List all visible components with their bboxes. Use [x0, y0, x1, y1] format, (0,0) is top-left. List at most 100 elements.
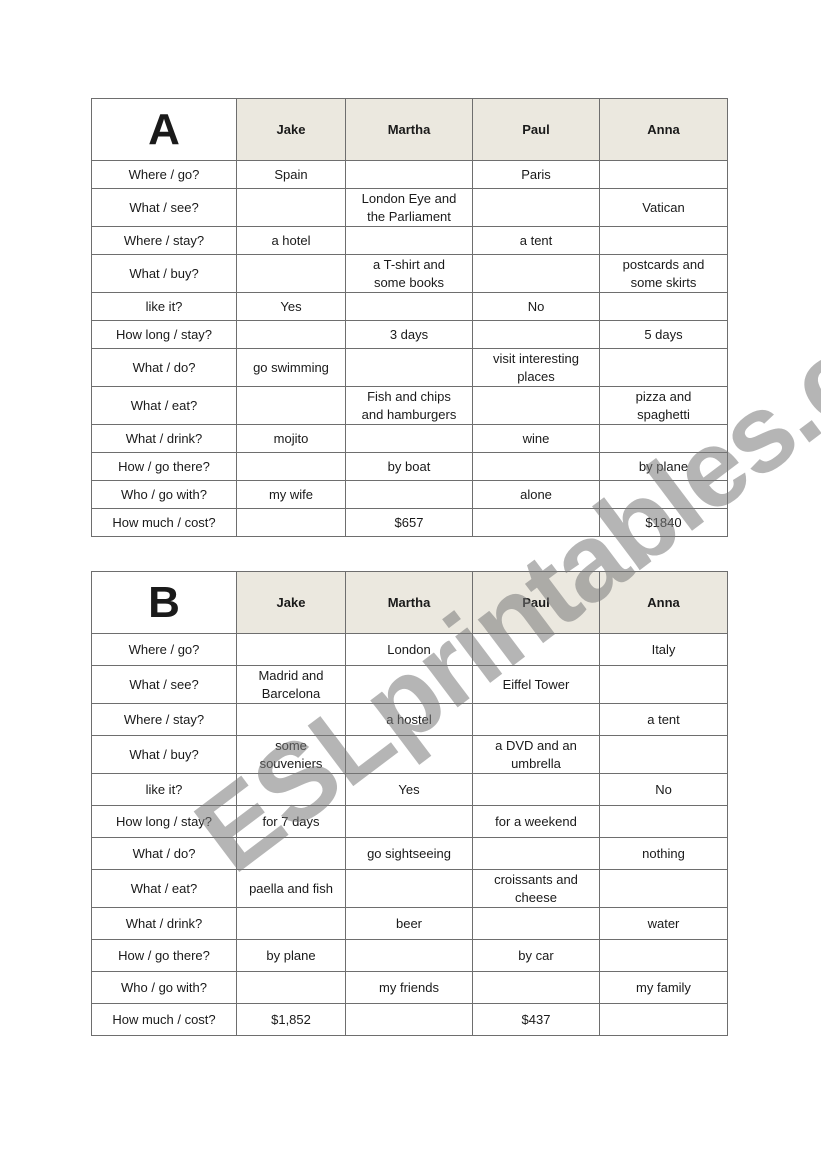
- answer-cell-paul: [472, 773, 600, 806]
- answer-cell-anna: [599, 1003, 728, 1036]
- answer-cell-jake: [236, 254, 346, 293]
- question-cell: like it?: [91, 773, 237, 806]
- header-row: A Jake Martha Paul Anna: [91, 98, 728, 161]
- question-cell: How long / stay?: [91, 805, 237, 838]
- answer-cell-jake: [236, 703, 346, 736]
- answer-cell-martha: $657: [345, 508, 473, 537]
- answer-cell-jake: some souveniers: [236, 735, 346, 774]
- answer-cell-martha: Fish and chips and hamburgers: [345, 386, 473, 425]
- answer-cell-martha: [345, 665, 473, 704]
- answer-cell-paul: alone: [472, 480, 600, 509]
- answer-cell-martha: [345, 292, 473, 321]
- answer-cell-jake: [236, 907, 346, 940]
- table-row: How much / cost? $1,852 $437: [91, 1003, 728, 1036]
- table-row: How / go there? by plane by car: [91, 939, 728, 972]
- answer-cell-martha: by boat: [345, 452, 473, 481]
- answer-cell-martha: Yes: [345, 773, 473, 806]
- answer-cell-jake: [236, 188, 346, 227]
- column-header-martha: Martha: [345, 98, 473, 161]
- answer-cell-paul: visit interesting places: [472, 348, 600, 387]
- answer-cell-anna: a tent: [599, 703, 728, 736]
- answer-cell-paul: by car: [472, 939, 600, 972]
- answer-cell-paul: [472, 633, 600, 666]
- answer-cell-martha: [345, 160, 473, 189]
- answer-cell-anna: No: [599, 773, 728, 806]
- column-header-anna: Anna: [599, 571, 728, 634]
- question-cell: How much / cost?: [91, 508, 237, 537]
- table-row: Where / stay? a hotel a tent: [91, 226, 728, 255]
- answer-cell-paul: [472, 703, 600, 736]
- answer-cell-martha: a T-shirt and some books: [345, 254, 473, 293]
- table-row: What / drink? beer water: [91, 907, 728, 940]
- table-row: What / eat? Fish and chips and hamburgers…: [91, 386, 728, 425]
- answer-cell-paul: Paris: [472, 160, 600, 189]
- answer-cell-paul: [472, 971, 600, 1004]
- table-letter: A: [91, 98, 237, 161]
- answer-cell-martha: my friends: [345, 971, 473, 1004]
- answer-cell-jake: [236, 320, 346, 349]
- table-row: Where / go? Spain Paris: [91, 160, 728, 189]
- answer-cell-anna: [599, 869, 728, 908]
- answer-cell-anna: [599, 292, 728, 321]
- answer-cell-paul: [472, 188, 600, 227]
- question-cell: What / buy?: [91, 254, 237, 293]
- answer-cell-anna: [599, 226, 728, 255]
- question-cell: How much / cost?: [91, 1003, 237, 1036]
- answer-cell-martha: [345, 1003, 473, 1036]
- answer-cell-jake: Yes: [236, 292, 346, 321]
- answer-cell-martha: London: [345, 633, 473, 666]
- question-cell: What / do?: [91, 837, 237, 870]
- answer-cell-jake: [236, 386, 346, 425]
- table-row: How / go there? by boat by plane: [91, 452, 728, 481]
- answer-cell-paul: for a weekend: [472, 805, 600, 838]
- answer-cell-jake: by plane: [236, 939, 346, 972]
- answer-cell-anna: water: [599, 907, 728, 940]
- question-cell: What / do?: [91, 348, 237, 387]
- answer-cell-anna: [599, 939, 728, 972]
- column-header-paul: Paul: [472, 98, 600, 161]
- worksheet-table-a: A Jake Martha Paul Anna Where / go? Spain…: [91, 98, 728, 537]
- answer-cell-paul: a tent: [472, 226, 600, 255]
- answer-cell-jake: go swimming: [236, 348, 346, 387]
- table-row: How long / stay? 3 days 5 days: [91, 320, 728, 349]
- answer-cell-jake: Spain: [236, 160, 346, 189]
- question-cell: What / drink?: [91, 424, 237, 453]
- table-row: How much / cost? $657 $1840: [91, 508, 728, 537]
- answer-cell-paul: $437: [472, 1003, 600, 1036]
- answer-cell-martha: 3 days: [345, 320, 473, 349]
- answer-cell-anna: [599, 480, 728, 509]
- answer-cell-martha: go sightseeing: [345, 837, 473, 870]
- answer-cell-anna: [599, 735, 728, 774]
- table-row: What / drink? mojito wine: [91, 424, 728, 453]
- answer-cell-martha: [345, 869, 473, 908]
- answer-cell-jake: [236, 971, 346, 1004]
- answer-cell-jake: $1,852: [236, 1003, 346, 1036]
- answer-cell-jake: for 7 days: [236, 805, 346, 838]
- answer-cell-anna: [599, 424, 728, 453]
- answer-cell-jake: [236, 633, 346, 666]
- answer-cell-jake: paella and fish: [236, 869, 346, 908]
- column-header-jake: Jake: [236, 98, 346, 161]
- question-cell: Who / go with?: [91, 971, 237, 1004]
- question-cell: like it?: [91, 292, 237, 321]
- answer-cell-paul: [472, 508, 600, 537]
- answer-cell-paul: a DVD and an umbrella: [472, 735, 600, 774]
- answer-cell-martha: beer: [345, 907, 473, 940]
- question-cell: Where / stay?: [91, 226, 237, 255]
- question-cell: Where / go?: [91, 633, 237, 666]
- table-row: What / eat? paella and fish croissants and…: [91, 869, 728, 908]
- answer-cell-anna: pizza and spaghetti: [599, 386, 728, 425]
- answer-cell-paul: [472, 907, 600, 940]
- question-cell: What / see?: [91, 665, 237, 704]
- question-cell: Where / go?: [91, 160, 237, 189]
- question-cell: Where / stay?: [91, 703, 237, 736]
- answer-cell-paul: No: [472, 292, 600, 321]
- answer-cell-jake: mojito: [236, 424, 346, 453]
- answer-cell-anna: [599, 160, 728, 189]
- answer-cell-jake: a hotel: [236, 226, 346, 255]
- table-row: like it? Yes No: [91, 773, 728, 806]
- question-cell: How / go there?: [91, 452, 237, 481]
- column-header-anna: Anna: [599, 98, 728, 161]
- column-header-jake: Jake: [236, 571, 346, 634]
- question-cell: How / go there?: [91, 939, 237, 972]
